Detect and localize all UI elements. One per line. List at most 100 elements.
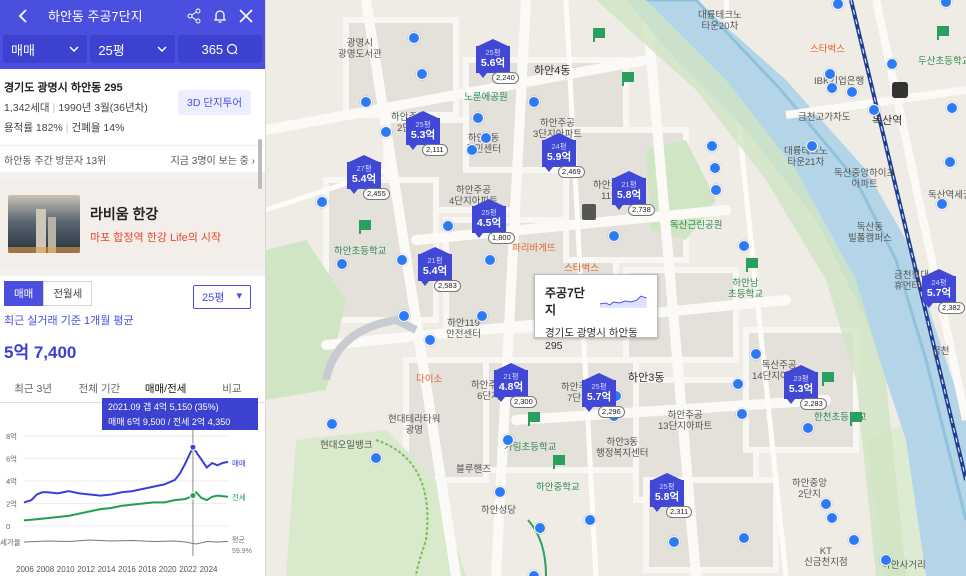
- bus-stop-icon[interactable]: [709, 162, 721, 174]
- detail-panel: 하안동 주공7단지 매매 25평 365 경기도 광명시 하안동 295 1,3…: [0, 0, 266, 576]
- size-select[interactable]: 25평: [90, 35, 175, 63]
- tab-sale[interactable]: 매매: [4, 280, 44, 306]
- bus-stop-icon[interactable]: [480, 132, 492, 144]
- bus-stop-icon[interactable]: [398, 310, 410, 322]
- marker-size: 21평: [427, 256, 443, 265]
- school-flag-icon[interactable]: [553, 455, 565, 469]
- school-flag-icon[interactable]: [593, 28, 605, 42]
- bus-stop-icon[interactable]: [396, 254, 408, 266]
- school-flag-icon[interactable]: [850, 412, 862, 426]
- bus-stop-icon[interactable]: [886, 58, 898, 70]
- bus-stop-icon[interactable]: [944, 156, 956, 168]
- park-label: 독산근린공원: [670, 220, 723, 231]
- visitor-rank-row[interactable]: 하안동 주간 방문자 13위 지금 3명이 보는 중 ›: [0, 145, 265, 178]
- bus-stop-icon[interactable]: [416, 68, 428, 80]
- deal-type-select[interactable]: 매매: [3, 35, 88, 63]
- bus-stop-icon[interactable]: [738, 532, 750, 544]
- bus-stop-icon[interactable]: [534, 522, 546, 534]
- bus-stop-icon[interactable]: [824, 68, 836, 80]
- map-label: 금천고가차도: [798, 112, 851, 123]
- bus-stop-icon[interactable]: [380, 126, 392, 138]
- bus-stop-icon[interactable]: [846, 86, 858, 98]
- bus-stop-icon[interactable]: [710, 184, 722, 196]
- bus-stop-icon[interactable]: [736, 408, 748, 420]
- bus-stop-icon[interactable]: [466, 144, 478, 156]
- bus-stop-icon[interactable]: [732, 378, 744, 390]
- bus-stop-icon[interactable]: [370, 452, 382, 464]
- size-dropdown[interactable]: 25평 ▾: [193, 285, 251, 309]
- school-flag-icon[interactable]: [937, 26, 949, 40]
- bus-stop-icon[interactable]: [528, 96, 540, 108]
- bus-stop-icon[interactable]: [668, 536, 680, 548]
- bus-stop-icon[interactable]: [802, 422, 814, 434]
- marker-size: 24평: [931, 278, 947, 287]
- price-marker[interactable]: 23평 5.3억 2,283: [784, 372, 827, 410]
- school-flag-icon[interactable]: [359, 220, 371, 234]
- price-marker[interactable]: 24평 5.9억 2,469: [542, 140, 585, 178]
- school-flag-icon[interactable]: [622, 72, 634, 86]
- map-label: 대륭테크노 타운21차: [784, 146, 828, 168]
- bus-stop-icon[interactable]: [360, 96, 372, 108]
- popup-complex-name: 주공7단지: [545, 286, 585, 317]
- households: 1,342세대: [4, 102, 50, 114]
- bus-stop-icon[interactable]: [442, 220, 454, 232]
- caret-down-icon: ▾: [236, 290, 242, 302]
- bus-stop-icon[interactable]: [494, 486, 506, 498]
- share-icon[interactable]: [183, 5, 205, 27]
- price-marker[interactable]: 25평 5.7억 2,296: [582, 380, 625, 418]
- 3d-tour-button[interactable]: 3D 단지투어: [178, 90, 251, 115]
- close-icon[interactable]: [235, 5, 257, 27]
- map-view[interactable]: 광명시광명도서관 하안4동 노룬에공원 하안주공2단지 하안4동주민센터 하안주…: [266, 0, 966, 576]
- complex-popup-card[interactable]: 주공7단지 경기도 광명시 하안동 295: [534, 274, 658, 352]
- price-basis: 최근 실거래 기준 1개월 평균: [4, 315, 134, 327]
- x-tick-label: 2016: [118, 565, 136, 574]
- price-marker[interactable]: 25평 4.5억 1,800: [472, 206, 515, 244]
- bus-stop-icon[interactable]: [316, 196, 328, 208]
- price-marker[interactable]: 21평 5.8억 2,738: [612, 178, 655, 216]
- bus-stop-icon[interactable]: [326, 418, 338, 430]
- bus-stop-icon[interactable]: [476, 310, 488, 322]
- bus-stop-icon[interactable]: [936, 198, 948, 210]
- bus-stop-icon[interactable]: [608, 230, 620, 242]
- bus-stop-icon[interactable]: [826, 512, 838, 524]
- panel-scrollbar[interactable]: [258, 139, 262, 189]
- price-marker[interactable]: 25평 5.6억 2,240: [476, 46, 519, 84]
- bus-stop-icon[interactable]: [848, 534, 860, 546]
- school-flag-icon[interactable]: [822, 372, 834, 386]
- school-flag-icon[interactable]: [746, 258, 758, 272]
- bell-icon[interactable]: [209, 5, 231, 27]
- marker-size: 27평: [356, 164, 372, 173]
- bus-stop-icon[interactable]: [584, 514, 596, 526]
- tab-rent[interactable]: 전월세: [43, 280, 93, 306]
- bus-stop-icon[interactable]: [472, 112, 484, 124]
- bus-stop-icon[interactable]: [336, 258, 348, 270]
- back-arrow-icon[interactable]: [12, 5, 34, 27]
- ad-banner[interactable]: 라비움 한강 마포 합정역 한강 Life의 시작: [0, 178, 265, 270]
- price-marker[interactable]: 25평 5.3억 2,111: [406, 118, 448, 156]
- bus-stop-icon[interactable]: [408, 32, 420, 44]
- bus-stop-icon[interactable]: [502, 434, 514, 446]
- bus-stop-icon[interactable]: [806, 140, 818, 152]
- shop-label: 다이소: [416, 374, 443, 385]
- bus-stop-icon[interactable]: [868, 104, 880, 116]
- bus-stop-icon[interactable]: [424, 334, 436, 346]
- page-title: 하안동 주공7단지: [48, 9, 143, 24]
- comment-count-button[interactable]: 365: [177, 35, 262, 63]
- price-chart[interactable]: 8억6억4억2억02006 2008 2010 2012 2014 2016 2018 202…: [0, 396, 266, 576]
- bus-stop-icon[interactable]: [484, 254, 496, 266]
- bus-stop-icon[interactable]: [750, 348, 762, 360]
- subway-icon[interactable]: [892, 82, 908, 98]
- bus-stop-icon[interactable]: [826, 82, 838, 94]
- price-marker[interactable]: 21평 4.8억 2,300: [494, 370, 537, 408]
- bus-stop-icon[interactable]: [706, 140, 718, 152]
- bus-stop-icon[interactable]: [880, 554, 892, 566]
- bus-stop-icon[interactable]: [528, 570, 540, 576]
- bus-stop-icon[interactable]: [946, 102, 958, 114]
- price-marker[interactable]: 21평 5.4억 2,583: [418, 254, 461, 292]
- price-marker[interactable]: 25평 5.8억 2,311: [650, 480, 693, 518]
- bus-stop-icon[interactable]: [738, 240, 750, 252]
- bus-stop-icon[interactable]: [820, 498, 832, 510]
- price-marker[interactable]: 27평 5.4억 2,455: [347, 162, 390, 200]
- school-flag-icon[interactable]: [528, 412, 540, 426]
- price-marker[interactable]: 24평 5.7억 2,382: [922, 276, 965, 314]
